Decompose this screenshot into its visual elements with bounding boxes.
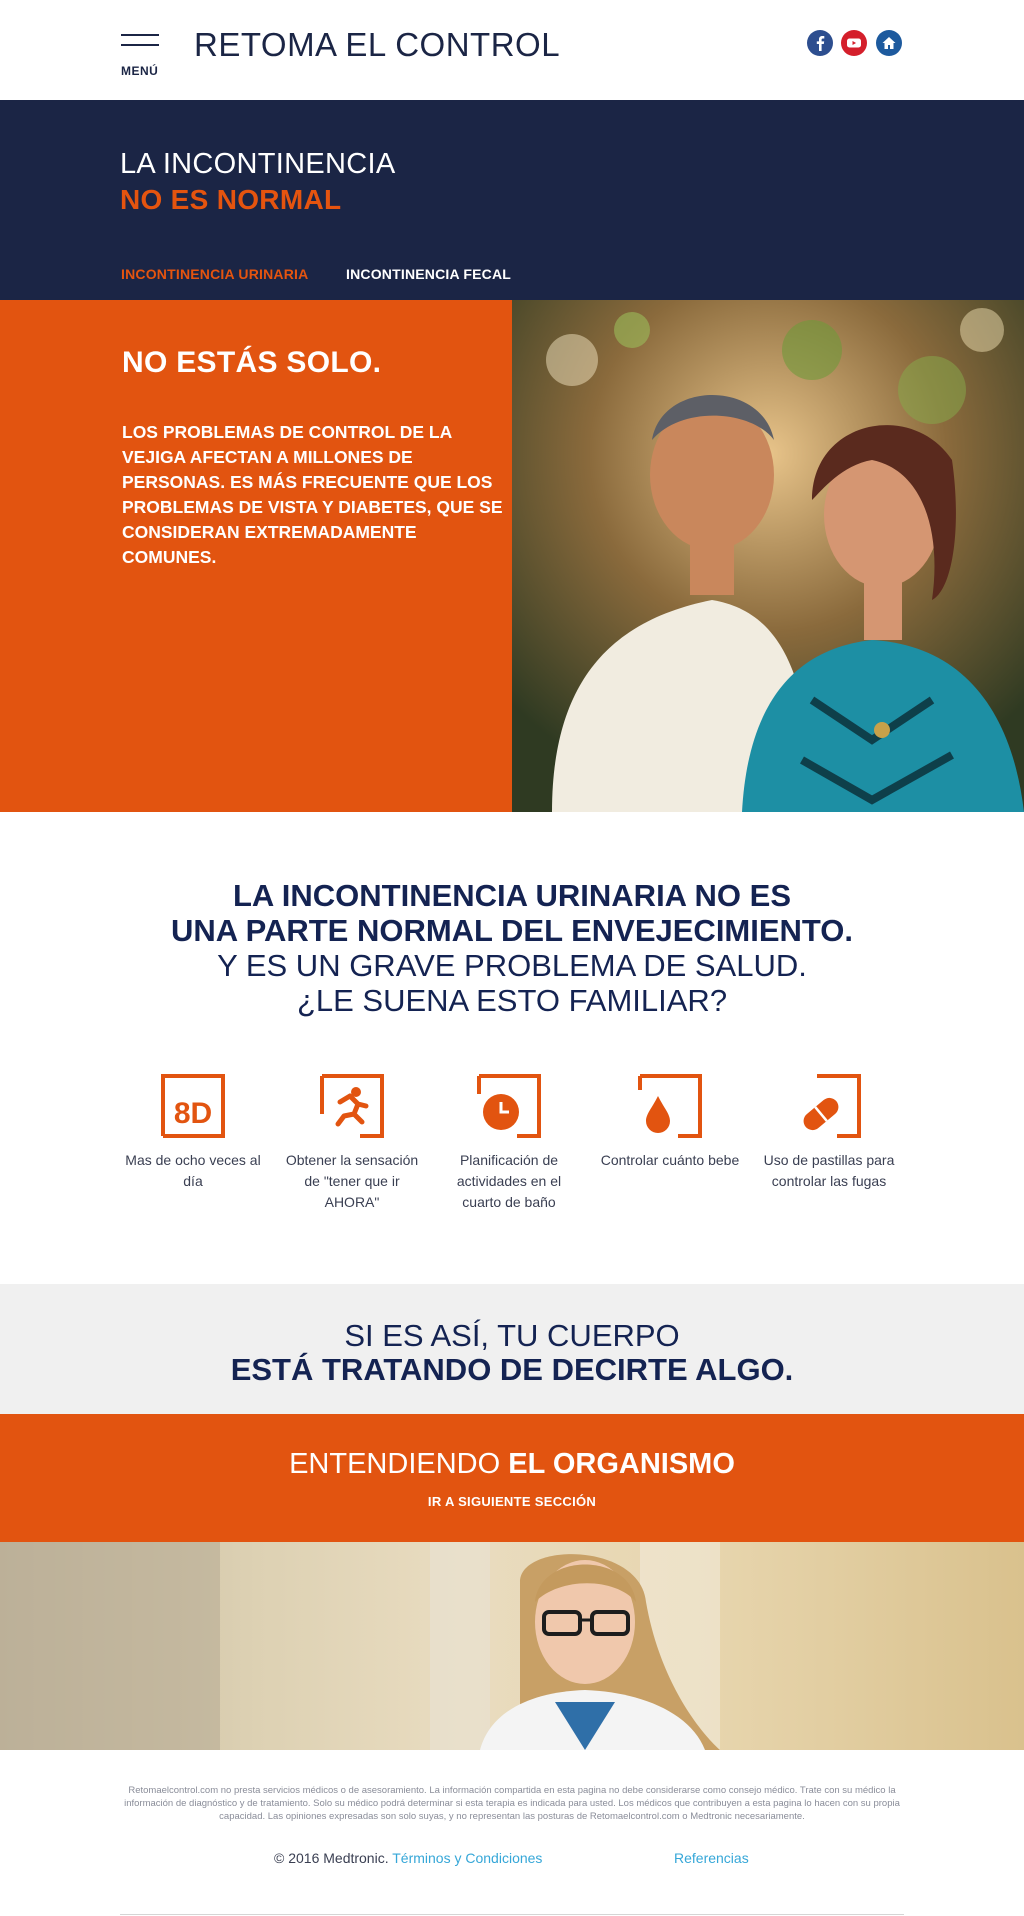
eight-times-day-icon: 8D <box>161 1074 225 1138</box>
site-header: MENÚ RETOMA EL CONTROL <box>0 0 1024 100</box>
hamburger-icon <box>121 34 159 36</box>
symptom-item: Obtener la sensación de "tener que ir AH… <box>282 1074 422 1213</box>
references-link[interactable]: Referencias <box>674 1850 749 1866</box>
symptom-item: 8D Mas de ocho veces al día <box>123 1074 263 1192</box>
home-icon[interactable] <box>876 30 902 56</box>
not-alone-title: NO ESTÁS SOLO. <box>122 346 382 379</box>
familiar-heading-line4: ¿LE SUENA ESTO FAMILIAR? <box>296 983 728 1018</box>
message-line2: ESTÁ TRATANDO DE DECIRTE ALGO. <box>230 1352 794 1387</box>
water-drop-icon <box>638 1074 702 1138</box>
familiar-section: LA INCONTINENCIA URINARIA NO ES UNA PART… <box>0 812 1024 1284</box>
cta-subtitle[interactable]: IR A SIGUIENTE SECCIÓN <box>0 1494 1024 1509</box>
cta-title-bold: EL ORGANISMO <box>508 1448 735 1480</box>
familiar-heading: LA INCONTINENCIA URINARIA NO ES UNA PART… <box>0 878 1024 1018</box>
menu-label: MENÚ <box>121 64 159 78</box>
clock-icon <box>477 1074 541 1138</box>
doctor-photo <box>0 1542 1024 1750</box>
hero-heading-line2: NO ES NORMAL <box>120 184 342 215</box>
site-title[interactable]: RETOMA EL CONTROL <box>194 26 560 64</box>
familiar-heading-line2: UNA PARTE NORMAL DEL ENVEJECIMIENTO. <box>170 913 854 948</box>
terms-link[interactable]: Términos y Condiciones <box>392 1850 542 1866</box>
familiar-heading-line1: LA INCONTINENCIA URINARIA NO ES <box>233 878 791 913</box>
symptom-item: Controlar cuánto bebe <box>600 1074 740 1171</box>
facebook-icon[interactable] <box>807 30 833 56</box>
cta-title: ENTENDIENDO EL ORGANISMO <box>0 1448 1024 1481</box>
tab-incontinencia-urinaria[interactable]: INCONTINENCIA URINARIA <box>121 266 308 282</box>
not-alone-section: NO ESTÁS SOLO. LOS PROBLEMAS DE CONTROL … <box>0 300 1024 812</box>
not-alone-panel: NO ESTÁS SOLO. LOS PROBLEMAS DE CONTROL … <box>0 300 512 812</box>
symptom-label: Obtener la sensación de "tener que ir AH… <box>285 1152 419 1210</box>
disclaimer-text: Retomaelcontrol.com no presta servicios … <box>124 1785 900 1822</box>
footer-divider <box>120 1914 904 1915</box>
hamburger-bar <box>121 44 159 46</box>
running-person-icon <box>320 1074 384 1138</box>
symptom-label: Planificación de actividades en el cuart… <box>456 1152 562 1210</box>
symptom-label: Mas de ocho veces al día <box>125 1152 261 1189</box>
next-section-cta[interactable]: ENTENDIENDO EL ORGANISMO IR A SIGUIENTE … <box>0 1414 1024 1542</box>
message-line1: SI ES ASÍ, TU CUERPO <box>344 1318 680 1353</box>
site-footer: Retomaelcontrol.com no presta servicios … <box>0 1750 1024 1916</box>
body-message-banner: SI ES ASÍ, TU CUERPO ESTÁ TRATANDO DE DE… <box>0 1284 1024 1414</box>
hero-heading-line1: LA INCONTINENCIA <box>120 148 396 180</box>
couple-illustration <box>512 300 1024 812</box>
copyright-row: © 2016 Medtronic. Términos y Condiciones <box>274 1850 542 1866</box>
hero-banner: LA INCONTINENCIA NO ES NORMAL INCONTINEN… <box>0 100 1024 300</box>
menu-button[interactable]: MENÚ <box>121 34 161 80</box>
not-alone-body: LOS PROBLEMAS DE CONTROL DE LA VEJIGA AF… <box>122 422 503 567</box>
doctor-illustration <box>0 1542 720 1750</box>
familiar-heading-line3: Y ES UN GRAVE PROBLEMA DE SALUD. <box>217 948 807 983</box>
symptom-item: Uso de pastillas para controlar las fuga… <box>759 1074 899 1192</box>
copyright-text: © 2016 Medtronic. <box>274 1850 389 1866</box>
cta-title-light: ENTENDIENDO <box>289 1448 509 1480</box>
couple-photo <box>512 300 1024 812</box>
eight-d-icon-text: 8D <box>174 1097 212 1130</box>
youtube-icon[interactable] <box>841 30 867 56</box>
symptom-item: Planificación de actividades en el cuart… <box>439 1074 579 1213</box>
symptom-label: Controlar cuánto bebe <box>600 1152 740 1168</box>
tab-incontinencia-fecal[interactable]: INCONTINENCIA FECAL <box>346 266 511 282</box>
symptom-label: Uso de pastillas para controlar las fuga… <box>763 1152 895 1189</box>
pill-icon <box>803 1074 861 1138</box>
